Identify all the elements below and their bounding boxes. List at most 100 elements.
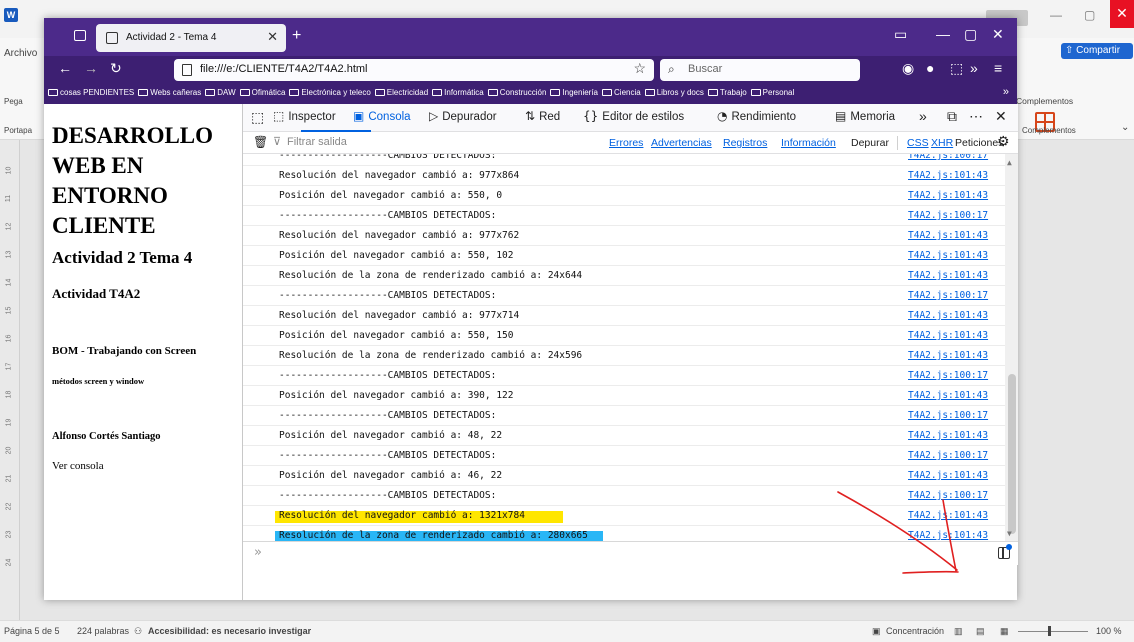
read-mode-icon[interactable]: ▥	[954, 626, 963, 637]
bookmarks-overflow-icon[interactable]: »	[1003, 86, 1009, 98]
console-source-link[interactable]: T4A2.js:101:43	[908, 230, 988, 241]
forward-icon[interactable]: →	[84, 60, 98, 76]
bookmark-folder[interactable]: Personal	[747, 84, 794, 97]
console-source-link[interactable]: T4A2.js:100:17	[908, 490, 988, 501]
tab-network[interactable]: ⇅ Red	[525, 109, 560, 123]
ribbon-collapse-chevron-icon[interactable]: ⌄	[1121, 122, 1129, 133]
ff-minimize-icon[interactable]: —	[936, 26, 950, 42]
console-source-link[interactable]: T4A2.js:100:17	[908, 370, 988, 381]
zoom-slider[interactable]	[1018, 631, 1088, 632]
dock-icon[interactable]: ⧉	[947, 108, 957, 125]
bookmark-folder[interactable]: Ofimática	[236, 84, 285, 97]
word-complementos-button[interactable]: Complementos	[1016, 96, 1073, 106]
bookmark-folder[interactable]: Webs cañeras	[134, 84, 201, 97]
pocket-icon[interactable]: ◉	[902, 60, 914, 77]
console-source-link[interactable]: T4A2.js:101:43	[908, 190, 988, 201]
word-maximize-icon[interactable]: ▢	[1084, 8, 1095, 22]
word-close-icon[interactable]: ✕	[1110, 0, 1134, 28]
word-minimize-icon[interactable]: —	[1050, 8, 1062, 22]
filter-errors[interactable]: Errores	[609, 137, 643, 149]
tab-active[interactable]: Actividad 2 - Tema 4 ✕	[96, 24, 286, 52]
filter-warnings[interactable]: Advertencias	[651, 137, 712, 149]
status-accessibility[interactable]: Accesibilidad: es necesario investigar	[148, 626, 311, 636]
search-input[interactable]: ⌕ Buscar	[660, 59, 860, 81]
filter-logs[interactable]: Registros	[723, 137, 767, 149]
console-source-link[interactable]: T4A2.js:101:43	[908, 330, 988, 341]
word-archivo-tab[interactable]: Archivo	[4, 48, 37, 59]
bookmark-folder[interactable]: Electricidad	[371, 84, 428, 97]
tab-performance[interactable]: ◔ Rendimiento	[717, 109, 796, 123]
scroll-up-icon[interactable]: ▲	[1007, 158, 1012, 167]
web-layout-icon[interactable]: ▦	[1000, 626, 1009, 637]
filter-input[interactable]: Filtrar salida	[287, 136, 347, 148]
back-icon[interactable]: ←	[58, 60, 72, 76]
console-message: Resolución del navegador cambió a: 977x7…	[243, 226, 1005, 246]
bookmark-folder[interactable]: Informática	[428, 84, 484, 97]
print-layout-icon[interactable]: ▤	[976, 626, 985, 637]
bookmark-folder[interactable]: Ingeniería	[546, 84, 598, 97]
picture-icon[interactable]: ▭	[894, 26, 907, 43]
bookmark-folder[interactable]: cosas PENDIENTES	[44, 84, 134, 97]
console-source-link[interactable]: T4A2.js:101:43	[908, 430, 988, 441]
scroll-down-icon[interactable]: ▼	[1007, 529, 1012, 538]
tab-style-editor[interactable]: {} Editor de estilos	[583, 109, 684, 123]
console-input[interactable]: »	[243, 541, 1018, 565]
tab-debugger[interactable]: ▷ Depurador	[429, 109, 497, 123]
status-focus[interactable]: Concentración	[886, 626, 944, 636]
url-text[interactable]: file:///e:/CLIENTE/T4A2/T4A2.html	[200, 63, 368, 75]
bookmark-folder[interactable]: Electrónica y teleco	[285, 84, 371, 97]
ff-close-icon[interactable]: ✕	[992, 26, 1004, 43]
console-source-link[interactable]: T4A2.js:101:43	[908, 170, 988, 181]
console-source-link[interactable]: T4A2.js:100:17	[908, 154, 988, 161]
tab-console[interactable]: ▣ Consola	[353, 109, 411, 123]
console-source-link[interactable]: T4A2.js:101:43	[908, 470, 988, 481]
devtools-menu-icon[interactable]: ⋯	[969, 108, 983, 125]
console-settings-icon[interactable]: ⚙	[997, 133, 1010, 150]
bookmark-folder[interactable]: Libros y docs	[641, 84, 704, 97]
bookmark-folder[interactable]: Construcción	[484, 84, 546, 97]
word-paste-label[interactable]: Pega	[4, 97, 23, 106]
overflow-icon[interactable]: »	[970, 60, 978, 76]
console-scroll-thumb[interactable]	[1008, 374, 1016, 534]
zoom-thumb[interactable]	[1048, 626, 1051, 636]
url-bar[interactable]: file:///e:/CLIENTE/T4A2/T4A2.html ☆	[174, 59, 654, 81]
ff-maximize-icon[interactable]: ▢	[964, 26, 977, 43]
zoom-level[interactable]: 100 %	[1096, 626, 1122, 636]
console-source-link[interactable]: T4A2.js:100:17	[908, 410, 988, 421]
more-tabs-icon[interactable]: »	[919, 108, 927, 124]
filter-css[interactable]: CSS	[907, 137, 929, 149]
console-source-link[interactable]: T4A2.js:100:17	[908, 450, 988, 461]
console-source-link[interactable]: T4A2.js:101:43	[908, 510, 988, 521]
console-source-link[interactable]: T4A2.js:101:43	[908, 350, 988, 361]
console-source-link[interactable]: T4A2.js:100:17	[908, 210, 988, 221]
tab-inspector[interactable]: ⬚ Inspector	[273, 109, 336, 123]
console-source-link[interactable]: T4A2.js:100:17	[908, 290, 988, 301]
tab-close-icon[interactable]: ✕	[267, 29, 278, 45]
console-source-link[interactable]: T4A2.js:101:43	[908, 270, 988, 281]
devtools-close-icon[interactable]: ✕	[995, 108, 1007, 125]
console-source-link[interactable]: T4A2.js:101:43	[908, 250, 988, 261]
bookmark-folder[interactable]: Trabajo	[704, 84, 747, 97]
share-button[interactable]: ⇧ Compartir	[1061, 43, 1133, 59]
account-icon[interactable]: ●	[926, 60, 934, 76]
tab-memory[interactable]: ▤ Memoria	[835, 109, 895, 123]
new-tab-icon[interactable]: +	[292, 27, 301, 45]
extensions-icon[interactable]: ⬚	[950, 60, 963, 77]
pick-element-icon[interactable]: ⬚	[251, 109, 264, 126]
console-source-link[interactable]: T4A2.js:101:43	[908, 390, 988, 401]
console-source-link[interactable]: T4A2.js:101:43	[908, 530, 988, 541]
status-words[interactable]: 224 palabras	[77, 626, 129, 636]
clear-console-icon[interactable]: 🗑	[253, 135, 268, 149]
bookmark-folder[interactable]: DAW	[201, 84, 236, 97]
menu-icon[interactable]: ≡	[994, 60, 1002, 76]
tab-list-icon[interactable]	[74, 30, 86, 41]
reload-icon[interactable]: ↻	[110, 60, 122, 77]
bookmark-star-icon[interactable]: ☆	[633, 60, 646, 77]
console-source-link[interactable]: T4A2.js:101:43	[908, 310, 988, 321]
console-message-text: Resolución del navegador cambió a: 1321x…	[279, 510, 525, 521]
filter-xhr[interactable]: XHR	[931, 137, 953, 149]
filter-info[interactable]: Información	[781, 137, 836, 149]
filter-debug[interactable]: Depurar	[851, 137, 889, 149]
bookmark-folder[interactable]: Ciencia	[598, 84, 641, 97]
status-page[interactable]: Página 5 de 5	[4, 626, 60, 636]
